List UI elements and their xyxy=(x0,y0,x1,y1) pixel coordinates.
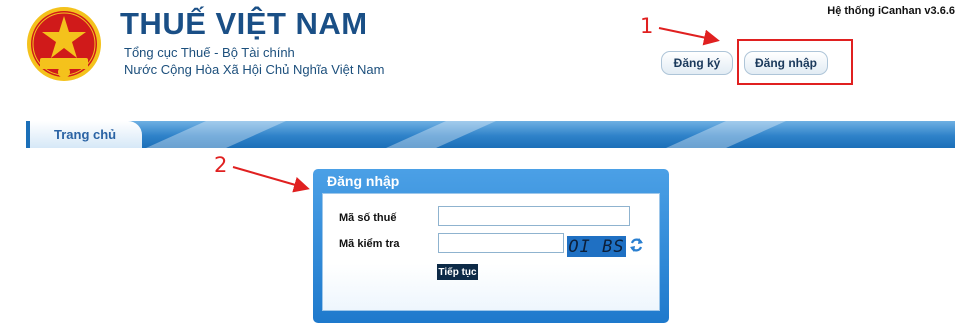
tab-home[interactable]: Trang chủ xyxy=(26,121,142,148)
refresh-icon[interactable] xyxy=(629,236,644,254)
nav-decoration xyxy=(146,121,786,148)
login-panel-title: Đăng nhập xyxy=(327,173,400,189)
annotation-arrow-1 xyxy=(658,27,720,46)
captcha-input[interactable] xyxy=(438,233,564,253)
captcha-label: Mã kiểm tra xyxy=(339,238,400,250)
captcha-image: OI BS xyxy=(567,236,626,257)
annotation-arrow-2 xyxy=(232,166,310,193)
tax-code-label: Mã số thuế xyxy=(339,212,397,224)
tax-code-input[interactable] xyxy=(438,206,630,226)
continue-button[interactable]: Tiếp tục xyxy=(437,264,478,280)
main-nav-bar xyxy=(26,121,955,148)
